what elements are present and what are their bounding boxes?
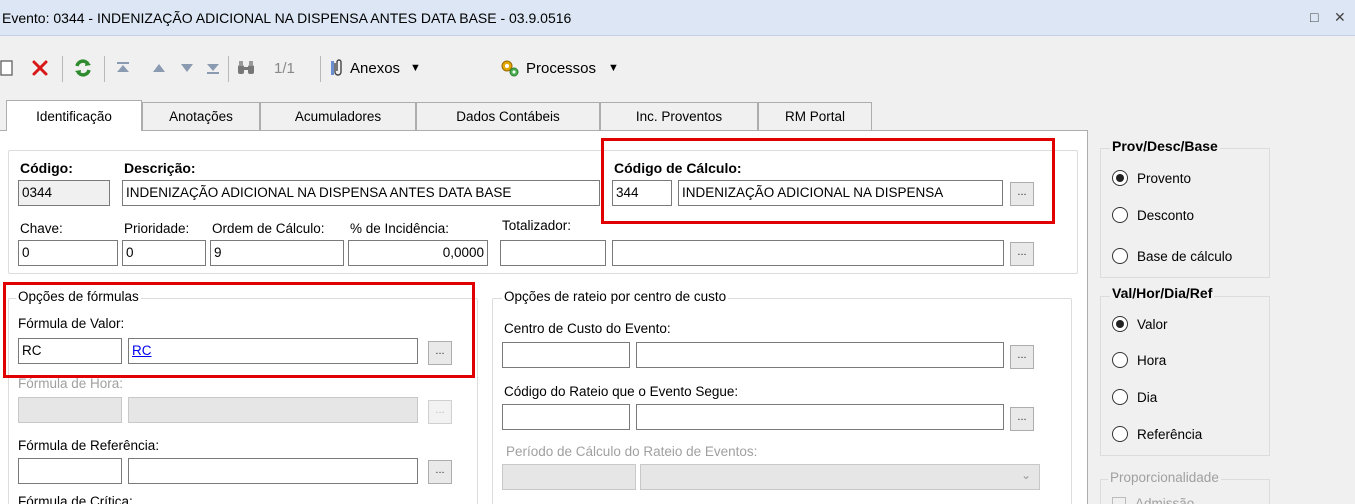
formula-referencia-code-field[interactable] (18, 458, 122, 484)
anexos-menu[interactable]: Anexos ▼ (330, 48, 421, 88)
close-window-icon[interactable]: ✕ (1334, 9, 1346, 26)
processos-dropdown-icon: ▼ (608, 62, 619, 74)
totalizador-code-field[interactable] (500, 240, 606, 266)
tab-dados-contabeis[interactable]: Dados Contábeis (416, 102, 600, 130)
radio-referencia[interactable]: Referência (1112, 426, 1202, 442)
descricao-field[interactable]: INDENIZAÇÃO ADICIONAL NA DISPENSA ANTES … (122, 180, 600, 206)
radio-empty-icon (1112, 352, 1128, 368)
codigo-rateio-code-field[interactable] (502, 404, 630, 430)
incidencia-label: % de Incidência: (350, 221, 450, 236)
centro-custo-lookup-button[interactable]: ... (1010, 345, 1034, 369)
centro-custo-description-field[interactable] (636, 342, 1004, 368)
checkbox-admissao[interactable]: Admissão (1112, 496, 1194, 504)
codigo-label: Código: (20, 160, 73, 176)
totalizador-lookup-button[interactable]: ... (1010, 242, 1034, 266)
totalizador-description-field[interactable] (612, 240, 1004, 266)
radio-referencia-label: Referência (1137, 426, 1203, 442)
periodo-calculo-label: Período de Cálculo do Rateio de Eventos: (506, 444, 758, 459)
tab-acumuladores[interactable]: Acumuladores (260, 102, 416, 130)
toolbar: 1/1 Anexos ▼ Processos ▼ (0, 48, 1355, 88)
incidencia-field[interactable]: 0,0000 (348, 240, 488, 266)
last-record-icon[interactable] (204, 48, 222, 88)
radio-valor-label: Valor (1137, 316, 1168, 332)
radio-desconto-label: Desconto (1137, 207, 1195, 223)
radio-hora[interactable]: Hora (1112, 352, 1166, 368)
descricao-label: Descrição: (124, 160, 196, 176)
checkbox-admissao-label: Admissão (1135, 496, 1195, 504)
delete-icon[interactable] (30, 48, 50, 88)
tab-bar: Identificação Anotações Acumuladores Dad… (0, 100, 1355, 131)
processos-menu[interactable]: Processos ▼ (498, 48, 619, 88)
radio-base-calculo-label: Base de cálculo (1137, 248, 1233, 264)
tab-identificacao[interactable]: Identificação (6, 100, 142, 131)
radio-desconto[interactable]: Desconto (1112, 207, 1194, 223)
anexos-label: Anexos (350, 59, 401, 77)
window-title: Evento: 0344 - INDENIZAÇÃO ADICIONAL NA … (2, 10, 572, 26)
formula-referencia-label: Fórmula de Referência: (18, 438, 160, 453)
ordem-calculo-label: Ordem de Cálculo: (212, 221, 325, 236)
formula-referencia-description-field[interactable] (128, 458, 418, 484)
checkbox-icon (1112, 496, 1126, 504)
paperclip-icon (330, 58, 346, 78)
radio-valor[interactable]: Valor (1112, 316, 1168, 332)
formula-hora-lookup-button[interactable]: ... (428, 400, 452, 424)
chevron-down-icon: ⌄ (1020, 468, 1031, 482)
radio-provento[interactable]: Provento (1112, 170, 1191, 186)
formula-hora-code-field[interactable] (18, 397, 122, 423)
formula-referencia-lookup-button[interactable]: ... (428, 460, 452, 484)
rateio-group-title: Opções de rateio por centro de custo (502, 289, 729, 304)
tab-anotacoes[interactable]: Anotações (142, 102, 260, 130)
radio-selected-icon (1112, 170, 1128, 186)
codigo-rateio-description-field[interactable] (636, 404, 1004, 430)
codigo-rateio-label: Código do Rateio que o Evento Segue: (504, 384, 739, 399)
first-record-icon[interactable] (114, 48, 132, 88)
formula-hora-label: Fórmula de Hora: (18, 376, 124, 391)
processos-label: Processos (526, 59, 597, 77)
restore-icon[interactable]: □ (1310, 9, 1318, 25)
periodo-calculo-code-field[interactable] (502, 464, 636, 490)
radio-base-calculo[interactable]: Base de cálculo (1112, 248, 1232, 264)
prioridade-label: Prioridade: (124, 221, 190, 236)
radio-provento-label: Provento (1137, 170, 1192, 186)
chave-field[interactable]: 0 (18, 240, 118, 266)
new-record-icon[interactable] (0, 48, 14, 88)
highlight-codigo-calculo (601, 138, 1055, 224)
codigo-field[interactable]: 0344 (18, 180, 110, 206)
anexos-dropdown-icon: ▼ (410, 62, 421, 74)
tab-rm-portal[interactable]: RM Portal (758, 102, 872, 130)
codigo-rateio-lookup-button[interactable]: ... (1010, 407, 1034, 431)
search-binoculars-icon[interactable] (236, 48, 256, 88)
formula-critica-label: Fórmula de Crítica: (18, 494, 133, 504)
radio-selected-icon (1112, 316, 1128, 332)
prioridade-field[interactable]: 0 (122, 240, 206, 266)
radio-hora-label: Hora (1137, 352, 1167, 368)
radio-empty-icon (1112, 426, 1128, 442)
tab-inc-proventos[interactable]: Inc. Proventos (600, 102, 758, 130)
prov-desc-base-title: Prov/Desc/Base (1110, 138, 1220, 154)
radio-empty-icon (1112, 207, 1128, 223)
next-record-icon[interactable] (178, 48, 196, 88)
proporcionalidade-title: Proporcionalidade (1108, 470, 1221, 485)
ordem-calculo-field[interactable]: 9 (210, 240, 344, 266)
centro-custo-code-field[interactable] (502, 342, 630, 368)
radio-empty-icon (1112, 389, 1128, 405)
processos-gear-icon (498, 57, 522, 79)
centro-custo-label: Centro de Custo do Evento: (504, 321, 671, 336)
formula-hora-description-field[interactable] (128, 397, 418, 423)
window-titlebar: Evento: 0344 - INDENIZAÇÃO ADICIONAL NA … (0, 0, 1355, 36)
radio-dia-label: Dia (1137, 389, 1158, 405)
radio-empty-icon (1112, 248, 1128, 264)
chave-label: Chave: (20, 221, 63, 236)
highlight-formula-valor (3, 282, 475, 378)
val-hor-dia-ref-title: Val/Hor/Dia/Ref (1110, 285, 1215, 301)
periodo-calculo-select[interactable]: ⌄ (640, 464, 1040, 490)
radio-dia[interactable]: Dia (1112, 389, 1157, 405)
previous-record-icon[interactable] (150, 48, 168, 88)
record-counter: 1/1 (274, 59, 295, 77)
refresh-icon[interactable] (72, 48, 94, 88)
totalizador-label: Totalizador: (502, 218, 572, 233)
